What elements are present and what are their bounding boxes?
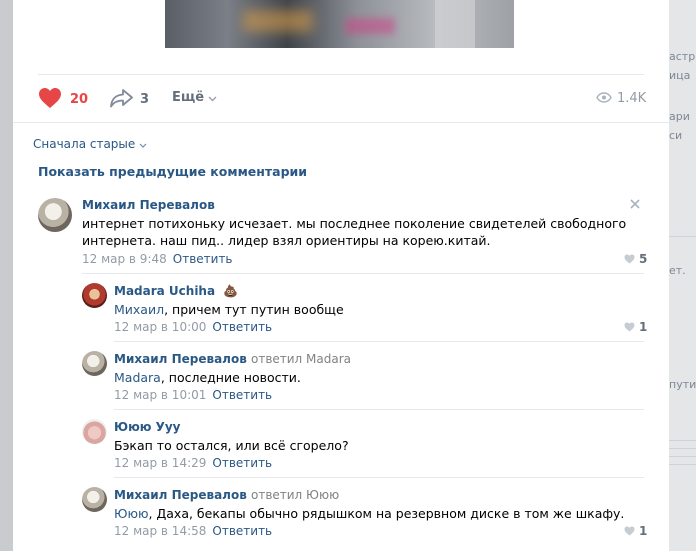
comment-author[interactable]: Михаил Перевалов ответил Madara [114,352,351,366]
comment-text: интернета. наш пид.. лидер взял ориентир… [82,233,491,248]
divider [13,122,669,123]
replied-to[interactable]: ответил Ююю [251,488,339,502]
comment-meta: 12 мар в 14:58 Ответить [114,524,272,538]
side-fragment: пути [669,378,696,391]
share-icon [109,88,134,111]
reply-button[interactable]: Ответить [212,388,272,402]
comment-meta: 12 мар в 10:00 Ответить [114,320,272,334]
side-fragment: ица [669,69,691,82]
views-count: 1.4K [617,91,647,106]
divider [114,477,644,478]
like-button[interactable]: 20 [38,87,88,112]
comments-sort-select[interactable]: Сначала старые [33,137,147,151]
post-card: 20 3 Ещё 1.4K Сначала старые Показать пр… [13,0,669,551]
side-divider [669,464,696,465]
mention-link[interactable]: Ююю [114,506,149,521]
comment-date[interactable]: 12 мар в 10:00 [114,320,206,334]
avatar[interactable] [38,198,72,232]
eye-icon [596,91,612,106]
reply-button[interactable]: Ответить [212,524,272,538]
comment-date[interactable]: 12 мар в 9:48 [82,252,167,266]
reply-button[interactable]: Ответить [212,456,272,470]
comment-author[interactable]: Madara Uchiha 💩 [114,284,238,298]
avatar[interactable] [82,487,107,512]
comment-text: Ююю, Даха, бекапы обычно рядышком на рез… [114,506,625,521]
comment-date[interactable]: 12 мар в 14:29 [114,456,206,470]
comment-author[interactable]: Михаил Перевалов [82,198,215,212]
comment-like-button[interactable]: 1 [624,320,647,334]
small-heart-icon [624,254,635,264]
comment-text: Бэкап то остался, или всё сгорело? [114,438,349,453]
share-count: 3 [140,92,150,107]
background-right-column: астр ица ари си ет. пути [669,0,696,551]
close-icon[interactable] [630,198,640,212]
comment-date[interactable]: 12 мар в 14:58 [114,524,206,538]
emoji: 💩 [223,284,239,298]
side-divider [669,456,696,457]
side-fragment: астр [669,50,696,63]
comment-like-count: 1 [639,524,648,538]
sort-label: Сначала старые [33,137,136,151]
avatar[interactable] [82,351,107,376]
reply-button[interactable]: Ответить [173,252,233,266]
more-label: Ещё [172,90,205,105]
replied-to[interactable]: ответил Madara [251,352,351,366]
comment-author[interactable]: Ююю Ууу [114,420,181,434]
comment-text: Madara, последние новости. [114,370,301,385]
views: 1.4K [596,91,646,106]
like-count: 20 [70,92,89,107]
side-divider [669,236,696,237]
side-fragment: си [669,129,683,142]
background-left [0,0,13,551]
mention-link[interactable]: Madara [114,370,161,385]
comment-date[interactable]: 12 мар в 10:01 [114,388,206,402]
comment-text: интернет потихоньку исчезает. мы последн… [82,216,627,231]
side-divider [669,440,696,441]
avatar[interactable] [82,283,107,308]
comment-like-button[interactable]: 5 [624,252,647,266]
post-image[interactable] [165,0,514,48]
comment-meta: 12 мар в 14:29 Ответить [114,456,272,470]
comment-like-count: 5 [639,252,648,266]
avatar[interactable] [82,419,107,444]
comment-like-count: 1 [639,320,648,334]
small-heart-icon [624,322,635,332]
share-button[interactable]: 3 [109,88,149,111]
divider [114,409,644,410]
divider [82,273,644,274]
divider [38,74,644,75]
chevron-down-icon [139,137,147,151]
show-previous-comments-link[interactable]: Показать предыдущие комментарии [38,164,307,179]
chevron-down-icon [208,91,217,105]
more-button[interactable]: Ещё [172,90,217,105]
comment-like-button[interactable]: 1 [624,524,647,538]
side-fragment: ари [669,110,690,123]
comment-meta: 12 мар в 9:48 Ответить [82,252,233,266]
divider [114,341,644,342]
comment-text: Михаил, причем тут путин вообще [114,302,344,317]
comment-meta: 12 мар в 10:01 Ответить [114,388,272,402]
comment-author[interactable]: Михаил Перевалов ответил Ююю [114,488,339,502]
mention-link[interactable]: Михаил [114,302,164,317]
heart-icon [38,87,62,112]
reply-button[interactable]: Ответить [212,320,272,334]
small-heart-icon [624,526,635,536]
side-divider [669,448,696,449]
side-fragment: ет. [669,264,686,277]
